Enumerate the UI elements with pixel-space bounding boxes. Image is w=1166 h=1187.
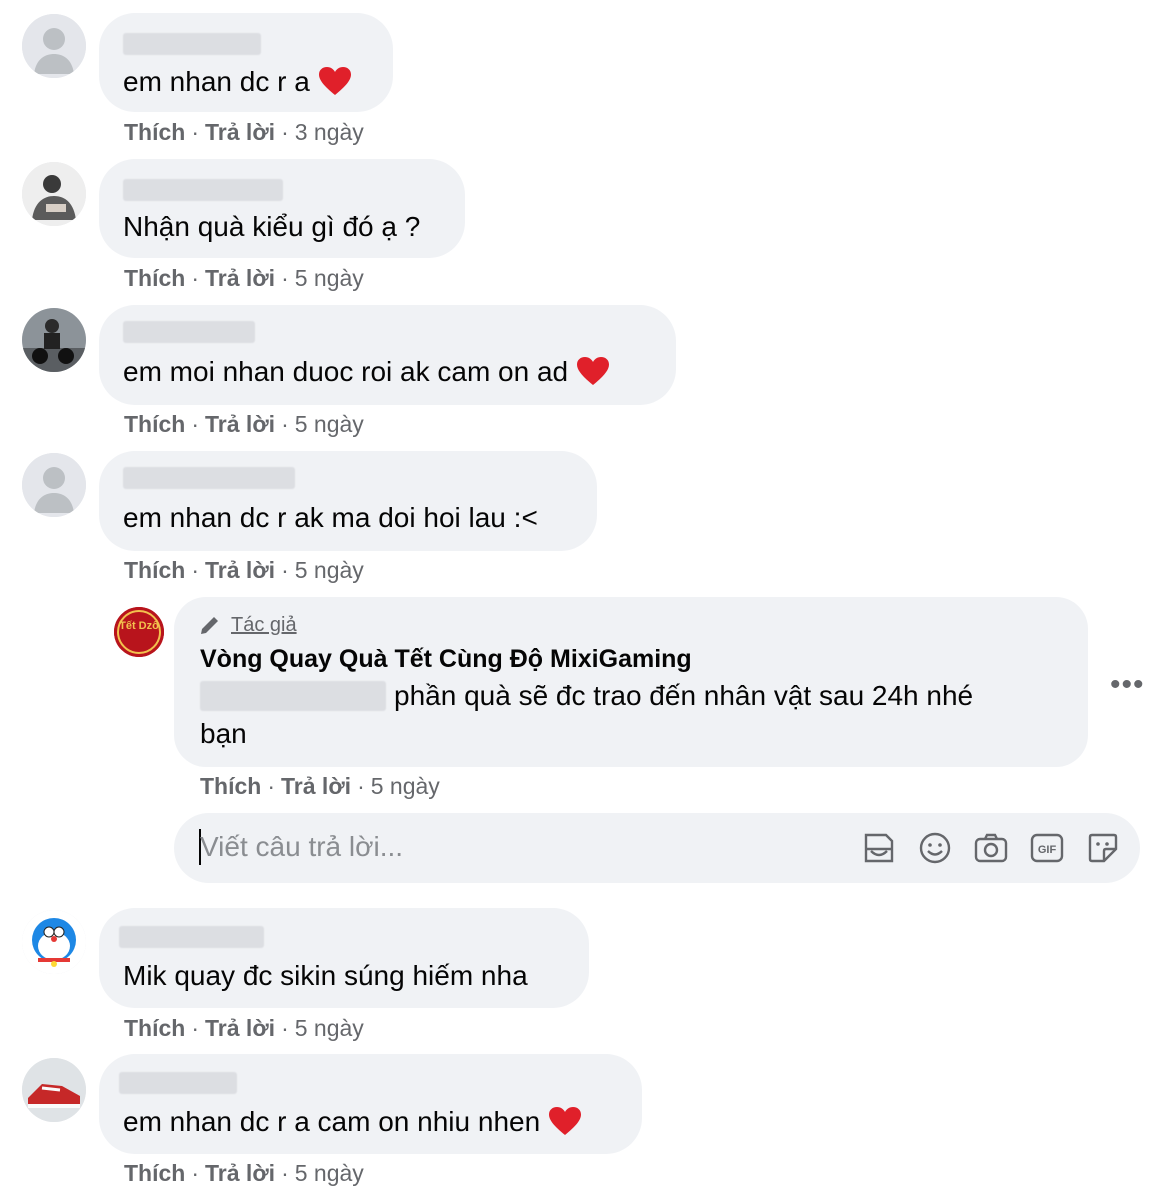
comment-actions: Thích · Trả lời · 5 ngày xyxy=(124,1015,364,1041)
like-button[interactable]: Thích xyxy=(124,557,185,583)
author-name-blurred[interactable] xyxy=(119,926,264,948)
author-name-blurred[interactable] xyxy=(123,467,295,489)
comment-actions: Thích · Trả lời · 3 ngày xyxy=(124,119,364,145)
reply-button[interactable]: Trả lời xyxy=(205,1160,275,1186)
like-button[interactable]: Thích xyxy=(124,411,185,437)
avatar[interactable] xyxy=(22,1058,86,1122)
emoji-icon[interactable] xyxy=(916,829,954,867)
svg-text:GIF: GIF xyxy=(1038,844,1057,856)
heart-emoji-icon xyxy=(549,1107,582,1135)
comment-bubble: em nhan dc r a xyxy=(99,13,393,112)
comment-text: em moi nhan duoc roi ak cam on ad xyxy=(123,353,610,391)
reply-button[interactable]: Trả lời xyxy=(205,265,275,291)
heart-emoji-icon xyxy=(318,67,351,95)
avatar[interactable] xyxy=(22,14,86,78)
timestamp[interactable]: 5 ngày xyxy=(295,1160,364,1186)
timestamp[interactable]: 5 ngày xyxy=(295,265,364,291)
page-avatar-label: Tết Dzô xyxy=(119,620,159,632)
gif-icon[interactable]: GIF xyxy=(1028,829,1066,867)
comment-actions: Thích · Trả lời · 5 ngày xyxy=(124,265,364,291)
mentioned-name-blurred[interactable] xyxy=(200,681,386,711)
pencil-icon xyxy=(201,617,218,634)
comment-text: Nhận quà kiểu gì đó ạ ? xyxy=(123,211,421,242)
sticker-icon[interactable] xyxy=(1084,829,1122,867)
reply-input-box[interactable]: Viết câu trả lời... GIF xyxy=(174,813,1140,883)
reply-button[interactable]: Trả lời xyxy=(281,773,351,799)
avatar[interactable] xyxy=(22,910,86,974)
timestamp[interactable]: 5 ngày xyxy=(295,411,364,437)
comment-text: em nhan dc r a cam on nhiu nhen xyxy=(123,1103,582,1141)
reply-bubble: Tác giả Vòng Quay Quà Tết Cùng Độ MixiGa… xyxy=(174,597,1088,767)
reply-actions: Thích · Trả lời · 5 ngày xyxy=(200,773,440,799)
comment-text: Mik quay đc sikin súng hiếm nha xyxy=(123,960,528,991)
author-badge[interactable]: Tác giả xyxy=(231,614,297,637)
timestamp[interactable]: 5 ngày xyxy=(371,773,440,799)
reply-button[interactable]: Trả lời xyxy=(205,411,275,437)
camera-icon[interactable] xyxy=(972,829,1010,867)
page-avatar[interactable]: Tết Dzô xyxy=(114,607,164,657)
author-name-blurred[interactable] xyxy=(123,33,261,55)
author-name-blurred[interactable] xyxy=(123,179,283,201)
comment-actions: Thích · Trả lời · 5 ngày xyxy=(124,411,364,437)
comment-bubble: Nhận quà kiểu gì đó ạ ? xyxy=(99,159,465,258)
comment-actions: Thích · Trả lời · 5 ngày xyxy=(124,1160,364,1186)
timestamp[interactable]: 5 ngày xyxy=(295,557,364,583)
comment-bubble: em moi nhan duoc roi ak cam on ad xyxy=(99,305,676,405)
comment-actions: Thích · Trả lời · 5 ngày xyxy=(124,557,364,583)
page-name[interactable]: Vòng Quay Quà Tết Cùng Độ MixiGaming xyxy=(200,645,692,674)
reply-input-placeholder[interactable]: Viết câu trả lời... xyxy=(200,831,403,863)
comment-bubble: em nhan dc r ak ma doi hoi lau :< xyxy=(99,451,597,551)
avatar[interactable] xyxy=(22,162,86,226)
comment-bubble: Mik quay đc sikin súng hiếm nha xyxy=(99,908,589,1008)
comment-text: em nhan dc r a xyxy=(123,63,352,101)
reply-button[interactable]: Trả lời xyxy=(205,1015,275,1041)
more-options-button[interactable]: ••• xyxy=(1110,668,1145,702)
author-name-blurred[interactable] xyxy=(123,321,255,343)
reply-text-line2: bạn xyxy=(200,718,247,749)
heart-emoji-icon xyxy=(577,357,610,385)
avatar[interactable] xyxy=(22,453,86,517)
like-button[interactable]: Thích xyxy=(124,1015,185,1041)
like-button[interactable]: Thích xyxy=(124,1160,185,1186)
reply-text-line1: phần quà sẽ đc trao đến nhân vật sau 24h… xyxy=(394,680,974,711)
comment-bubble: em nhan dc r a cam on nhiu nhen xyxy=(99,1054,642,1154)
timestamp[interactable]: 5 ngày xyxy=(295,1015,364,1041)
like-button[interactable]: Thích xyxy=(124,265,185,291)
timestamp[interactable]: 3 ngày xyxy=(295,119,364,145)
like-button[interactable]: Thích xyxy=(200,773,261,799)
reply-button[interactable]: Trả lời xyxy=(205,119,275,145)
comment-text: em nhan dc r ak ma doi hoi lau :< xyxy=(123,502,538,533)
author-name-blurred[interactable] xyxy=(119,1072,237,1094)
reply-button[interactable]: Trả lời xyxy=(205,557,275,583)
like-button[interactable]: Thích xyxy=(124,119,185,145)
avatar-sticker-icon[interactable] xyxy=(860,829,898,867)
avatar[interactable] xyxy=(22,308,86,372)
